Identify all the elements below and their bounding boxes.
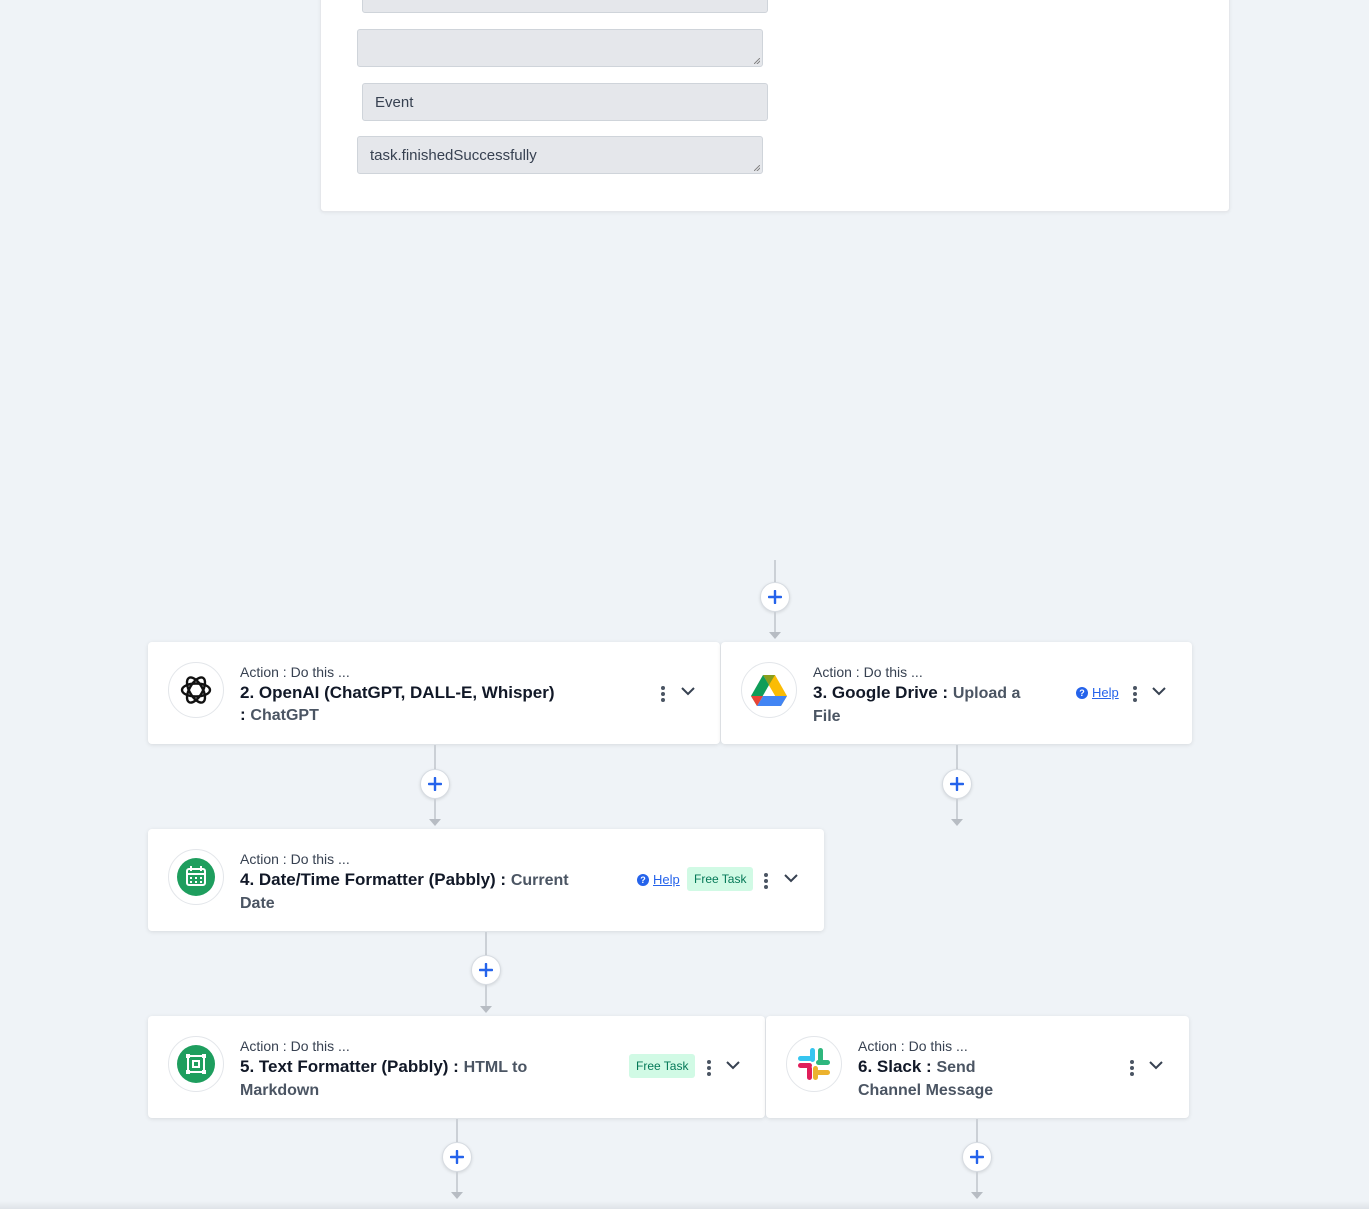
- connector-arrow: [951, 819, 963, 826]
- card-subtitle: Action : Do this ...: [813, 664, 923, 680]
- connector-line: [456, 1172, 458, 1192]
- plus-icon: [428, 777, 442, 791]
- event-field[interactable]: Event: [362, 83, 768, 121]
- connector-line: [485, 985, 487, 1006]
- field-input-1[interactable]: [362, 0, 768, 13]
- connector-arrow: [480, 1006, 492, 1013]
- bottom-edge: [0, 1201, 1369, 1209]
- help-link[interactable]: ? Help: [1076, 685, 1119, 700]
- connector-line: [485, 932, 487, 956]
- card-title: 3. Google Drive : Upload a File: [813, 683, 1021, 725]
- connector-arrow: [971, 1192, 983, 1199]
- connector-line: [434, 799, 436, 819]
- add-step-button[interactable]: [420, 769, 450, 799]
- question-icon: ?: [637, 873, 649, 886]
- connector-line: [774, 612, 776, 632]
- add-step-button[interactable]: [760, 582, 790, 612]
- card-subtitle: Action : Do this ...: [240, 1038, 350, 1054]
- chevron-down-icon[interactable]: [725, 1060, 741, 1070]
- more-options-icon[interactable]: [1129, 1059, 1135, 1077]
- connector-line: [774, 560, 776, 584]
- more-options-icon[interactable]: [706, 1059, 712, 1077]
- card-title: 6. Slack : Send Channel Message: [858, 1057, 994, 1099]
- event-value-field[interactable]: task.finishedSuccessfully: [357, 136, 763, 174]
- chevron-down-icon[interactable]: [680, 686, 696, 696]
- plus-icon: [950, 777, 964, 791]
- card-subtitle: Action : Do this ...: [240, 851, 350, 867]
- card-title: 4. Date/Time Formatter (Pabbly) : Curren…: [240, 870, 569, 912]
- field-textarea-1[interactable]: [357, 29, 763, 67]
- connector-line: [976, 1172, 978, 1192]
- card-subtitle: Action : Do this ...: [240, 664, 350, 680]
- connector-line: [456, 1119, 458, 1143]
- plus-icon: [479, 963, 493, 977]
- card-subtitle: Action : Do this ...: [858, 1038, 968, 1054]
- openai-icon: [168, 662, 224, 718]
- step-config-panel: Event task.finishedSuccessfully: [320, 0, 1230, 212]
- free-task-badge: Free Task: [629, 1054, 696, 1078]
- more-options-icon[interactable]: [660, 685, 666, 703]
- free-task-badge: Free Task: [687, 867, 754, 891]
- plus-icon: [450, 1150, 464, 1164]
- plus-icon: [768, 590, 782, 604]
- card-title: 5. Text Formatter (Pabbly) : HTML to Mar…: [240, 1057, 528, 1099]
- connector-arrow: [451, 1192, 463, 1199]
- connector-line: [434, 745, 436, 770]
- step-card-openai[interactable]: Action : Do this ... 2. OpenAI (ChatGPT,…: [148, 642, 720, 744]
- text-formatter-icon: [168, 1036, 224, 1092]
- more-options-icon[interactable]: [1132, 685, 1138, 703]
- card-title: 2. OpenAI (ChatGPT, DALL-E, Whisper) : C…: [240, 683, 555, 724]
- add-step-button[interactable]: [942, 769, 972, 799]
- step-card-text-formatter[interactable]: Action : Do this ... 5. Text Formatter (…: [148, 1016, 765, 1118]
- add-step-button[interactable]: [962, 1142, 992, 1172]
- chevron-down-icon[interactable]: [1148, 1060, 1164, 1070]
- add-step-button[interactable]: [442, 1142, 472, 1172]
- chevron-down-icon[interactable]: [783, 873, 799, 883]
- plus-icon: [970, 1150, 984, 1164]
- calendar-icon: [168, 849, 224, 905]
- step-card-google-drive[interactable]: Action : Do this ... 3. Google Drive : U…: [721, 642, 1192, 744]
- slack-icon: [786, 1036, 842, 1092]
- chevron-down-icon[interactable]: [1151, 686, 1167, 696]
- help-link[interactable]: ? Help: [637, 872, 680, 887]
- more-options-icon[interactable]: [763, 872, 769, 890]
- google-drive-icon: [741, 662, 797, 718]
- connector-line: [956, 745, 958, 770]
- add-step-button[interactable]: [471, 955, 501, 985]
- connector-arrow: [429, 819, 441, 826]
- connector-line: [956, 799, 958, 819]
- question-icon: ?: [1076, 686, 1088, 699]
- step-card-datetime-formatter[interactable]: Action : Do this ... 4. Date/Time Format…: [148, 829, 824, 931]
- step-card-slack[interactable]: Action : Do this ... 6. Slack : Send Cha…: [766, 1016, 1189, 1118]
- connector-line: [976, 1119, 978, 1143]
- connector-arrow: [769, 632, 781, 639]
